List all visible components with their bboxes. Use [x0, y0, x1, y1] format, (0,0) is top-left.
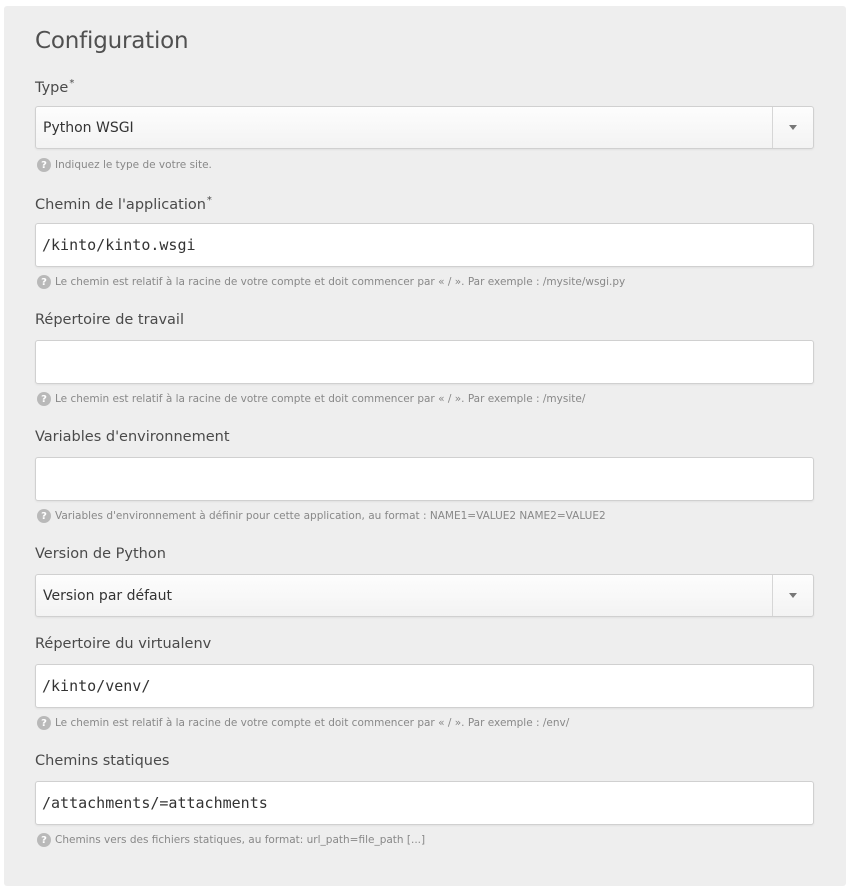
workdir-help: ? Le chemin est relatif à la racine de v… [37, 392, 585, 406]
type-select[interactable]: Python WSGI [35, 106, 814, 149]
python-version-label: Version de Python [35, 546, 166, 562]
help-icon: ? [37, 833, 51, 847]
chevron-down-icon [789, 125, 797, 130]
workdir-label: Répertoire de travail [35, 312, 184, 328]
type-help: ? Indiquez le type de votre site. [37, 158, 212, 172]
help-icon: ? [37, 509, 51, 523]
python-version-select[interactable]: Version par défaut [35, 574, 814, 617]
virtualenv-label: Répertoire du virtualenv [35, 636, 212, 652]
virtualenv-input[interactable]: /kinto/venv/ [35, 664, 814, 708]
python-version-toggle[interactable] [772, 575, 813, 616]
help-icon: ? [37, 392, 51, 406]
env-vars-input[interactable] [35, 457, 814, 501]
env-vars-label: Variables d'environnement [35, 429, 230, 445]
chevron-down-icon [789, 593, 797, 598]
python-version-value: Version par défaut [43, 587, 172, 604]
required-marker: * [69, 78, 75, 89]
workdir-input[interactable] [35, 340, 814, 384]
static-paths-label: Chemins statiques [35, 753, 170, 769]
virtualenv-help: ? Le chemin est relatif à la racine de v… [37, 716, 569, 730]
env-vars-help: ? Variables d'environnement à définir po… [37, 509, 606, 523]
type-select-value: Python WSGI [43, 119, 134, 136]
type-label: Type* [35, 78, 75, 96]
required-marker: * [206, 195, 212, 206]
static-paths-help: ? Chemins vers des fichiers statiques, a… [37, 833, 425, 847]
help-icon: ? [37, 275, 51, 289]
configuration-panel: Configuration Type* Python WSGI ? Indiqu… [4, 6, 846, 886]
help-icon: ? [37, 716, 51, 730]
app-path-help: ? Le chemin est relatif à la racine de v… [37, 275, 625, 289]
static-paths-input[interactable]: /attachments/=attachments [35, 781, 814, 825]
type-select-toggle[interactable] [772, 107, 813, 148]
section-title: Configuration [35, 28, 189, 54]
help-icon: ? [37, 158, 51, 172]
app-path-label: Chemin de l'application* [35, 195, 212, 213]
app-path-input[interactable]: /kinto/kinto.wsgi [35, 223, 814, 267]
